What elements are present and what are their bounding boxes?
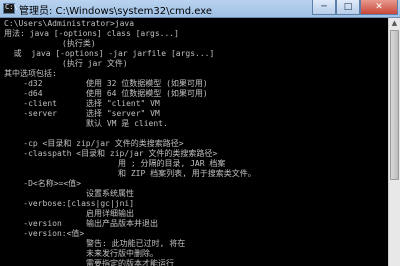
console-line: -version 输出产品版本并退出 xyxy=(4,219,388,229)
maximize-button[interactable]: □ xyxy=(336,0,360,15)
console-text: 未来发行版中删除。 xyxy=(86,249,158,258)
console-output[interactable]: C:\Users\Administrator>java 用法: java [-op… xyxy=(0,18,388,266)
console-text: 和 ZIP 档案列表, 用于搜索类文件。 xyxy=(118,169,256,178)
window-title: 管理员: C:\Windows\system32\cmd.exe xyxy=(19,6,213,17)
console-text: -d32 xyxy=(4,79,43,88)
console-line: -D<名称>=<值> xyxy=(4,179,388,189)
minimize-button[interactable]: ─ xyxy=(312,0,336,15)
console-text: 其中选项包括: xyxy=(4,69,57,78)
console-line: 启用详细输出 xyxy=(4,209,388,219)
console-text: -d64 xyxy=(4,89,43,98)
vertical-scrollbar[interactable]: ▲ xyxy=(388,18,400,266)
console-text: (执行 jar 文件) xyxy=(62,59,128,68)
console-text: (执行类) xyxy=(62,39,96,48)
console-text: 选择 "server" VM xyxy=(86,109,160,118)
scrollbar-thumb[interactable] xyxy=(390,30,399,180)
console-line: 默认 VM 是 client. xyxy=(4,119,388,129)
close-button[interactable]: ✕ xyxy=(360,0,398,15)
console-text: -client xyxy=(4,99,57,108)
console-line: -verbose:[class|gc|jni] xyxy=(4,199,388,209)
console-text: 使用 64 位数据模型 (如果可用) xyxy=(86,89,208,98)
console-line: (执行 jar 文件) xyxy=(4,59,388,69)
console-line: 和 ZIP 档案列表, 用于搜索类文件。 xyxy=(4,169,388,179)
console-line: -cp <目录和 zip/jar 文件的类搜索路径> xyxy=(4,139,388,149)
console-line: -version:<值> xyxy=(4,229,388,239)
console-line: 其中选项包括: xyxy=(4,69,388,79)
console-text: 警告: 此功能已过时, 将在 xyxy=(86,239,186,248)
console-line: 或 java [-options] -jar jarfile [args...] xyxy=(4,49,388,59)
console-text: -cp <目录和 zip/jar 文件的类搜索路径> xyxy=(4,139,184,148)
console-text: 用 ; 分隔的目录, JAR 档案 xyxy=(118,159,226,168)
console-line: -classpath <目录和 zip/jar 文件的类搜索路径> xyxy=(4,149,388,159)
console-text: -version xyxy=(4,219,62,228)
console-text: 输出产品版本并退出 xyxy=(86,219,158,228)
console-line: (执行类) xyxy=(4,39,388,49)
cmd-icon-glyph: C:\ xyxy=(5,3,18,11)
console-text: 需要指定的版本才能运行 xyxy=(86,259,174,266)
console-text: 或 java [-options] -jar jarfile [args...] xyxy=(4,49,215,58)
console-line: C:\Users\Administrator>java xyxy=(4,19,388,29)
console-text: -server xyxy=(4,109,57,118)
console-line: 设置系统属性 xyxy=(4,189,388,199)
scroll-up-arrow-icon[interactable]: ▲ xyxy=(389,18,400,29)
console-text: -version:<值> xyxy=(4,229,85,238)
console-text: -verbose:[class|gc|jni] xyxy=(4,199,135,208)
console-line: 用法: java [-options] class [args...] xyxy=(4,29,388,39)
cmd-window: C:\ 管理员: C:\Windows\system32\cmd.exe ─ □… xyxy=(0,0,400,266)
console-text: -classpath <目录和 zip/jar 文件的类搜索路径> xyxy=(4,149,218,158)
console-line: -client 选择 "client" VM xyxy=(4,99,388,109)
console-text: 使用 32 位数据模型 (如果可用) xyxy=(86,79,208,88)
console-text: 启用详细输出 xyxy=(86,209,134,218)
console-text: 用法: java [-options] class [args...] xyxy=(4,29,179,38)
console-line: 警告: 此功能已过时, 将在 xyxy=(4,239,388,249)
console-line: 用 ; 分隔的目录, JAR 档案 xyxy=(4,159,388,169)
console-text: -D<名称>=<值> xyxy=(4,179,81,188)
console-line: 需要指定的版本才能运行 xyxy=(4,259,388,266)
title-bar[interactable]: C:\ 管理员: C:\Windows\system32\cmd.exe ─ □… xyxy=(0,0,400,18)
console-line: -d32 使用 32 位数据模型 (如果可用) xyxy=(4,79,388,89)
console-text: 选择 "client" VM xyxy=(86,99,160,108)
console-line: 未来发行版中删除。 xyxy=(4,249,388,259)
console-line: -server 选择 "server" VM xyxy=(4,109,388,119)
console-text: C:\Users\Administrator>java xyxy=(4,19,135,28)
console-text: 设置系统属性 xyxy=(86,189,134,198)
window-controls: ─ □ ✕ xyxy=(312,0,398,16)
cmd-icon[interactable]: C:\ xyxy=(3,3,18,14)
console-text: 默认 VM 是 client. xyxy=(86,119,168,128)
console-line: -d64 使用 64 位数据模型 (如果可用) xyxy=(4,89,388,99)
